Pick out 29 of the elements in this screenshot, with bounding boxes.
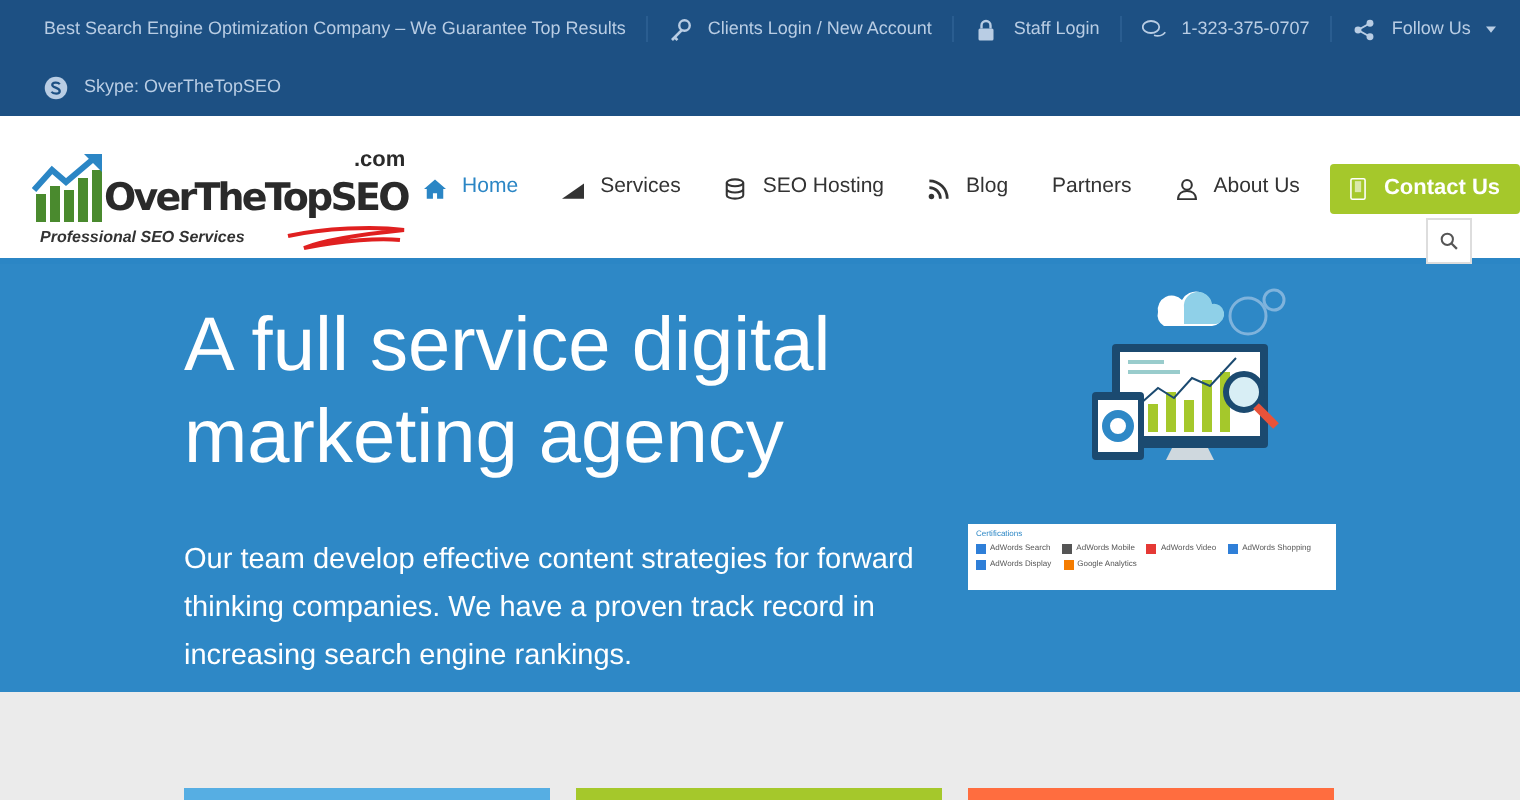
domain-text: .com	[354, 146, 406, 176]
tagline-text: Best Search Engine Optimization Company – We Guarantee Top Results	[44, 15, 626, 42]
key-icon	[667, 17, 692, 41]
search-button[interactable]	[1426, 218, 1472, 264]
hero-text: Our team develop effective content strategies for forward thinking companies. We have a proven track record in increasing search engine rankings.	[184, 542, 916, 676]
home-icon	[424, 177, 447, 199]
top-bar-link[interactable]: Skype: OverTheTopSEO	[84, 73, 282, 101]
phone-icon	[1349, 177, 1366, 199]
nav-link[interactable]: About Us	[1153, 172, 1322, 204]
search-icon	[1440, 230, 1458, 252]
database-icon	[724, 177, 747, 199]
top-bar-link[interactable]: Follow Us	[1391, 15, 1471, 43]
nav-link[interactable]: Partners	[1030, 172, 1154, 204]
swoosh-icon	[284, 224, 408, 252]
lock-icon	[973, 17, 998, 41]
skype-icon	[44, 75, 68, 99]
user-icon	[1175, 177, 1198, 199]
logo-tagline: Professional SEO Services	[40, 226, 245, 250]
nav-link[interactable]: Services	[540, 172, 703, 204]
nav-link[interactable]: Blog	[906, 172, 1031, 204]
share-icon	[1351, 17, 1376, 41]
chat-icon	[1141, 17, 1166, 41]
rss-icon	[928, 177, 951, 199]
hero-heading: A full service digital marketing agency	[184, 302, 833, 484]
top-bar-link[interactable]: Staff Login	[1013, 15, 1100, 43]
logo-text: OverTheTopSEO	[104, 174, 408, 224]
top-bar-link[interactable]: Clients Login / New Account	[707, 15, 932, 43]
top-bar-link[interactable]: 1-323-375-0707	[1181, 15, 1310, 43]
nav-link[interactable]: SEO Hosting	[702, 172, 907, 204]
